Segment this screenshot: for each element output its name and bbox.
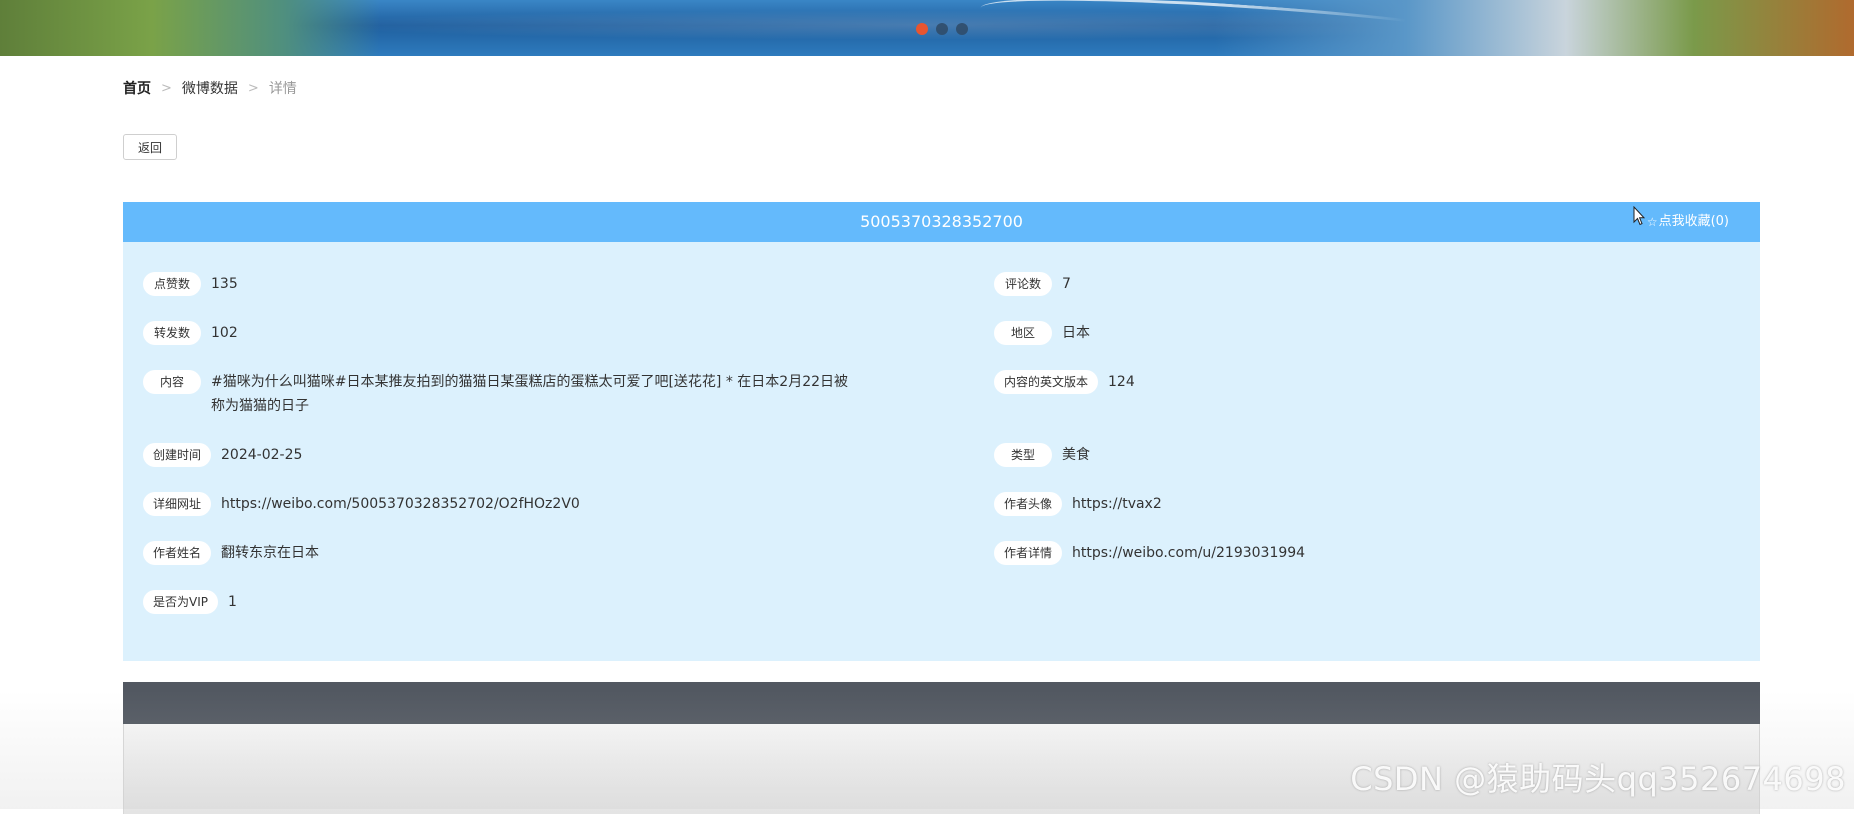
field-label: 转发数 (143, 321, 201, 345)
favorite-label: 点我收藏(0) (1658, 214, 1729, 229)
field-avatar: 作者头像 https://tvax2 (994, 492, 1162, 516)
breadcrumb-separator: > (161, 80, 172, 96)
field-value: 135 (211, 276, 238, 292)
watermark: CSDN @猿助码头qq352674698 (1350, 760, 1846, 798)
breadcrumb-current: 详情 (268, 81, 297, 97)
field-created: 创建时间 2024-02-25 (143, 443, 302, 467)
field-label: 创建时间 (143, 443, 212, 467)
field-label: 详细网址 (143, 492, 212, 516)
field-label: 评论数 (994, 272, 1052, 296)
carousel-dot-1[interactable] (916, 23, 928, 35)
field-value: 102 (211, 325, 238, 341)
comments-section-header (123, 682, 1760, 724)
detail-header: 5005370328352700 ☆ 点我收藏(0) (123, 202, 1760, 242)
field-value: 日本 (1062, 325, 1090, 341)
field-value: 美食 (1062, 447, 1090, 463)
field-likes: 点赞数 135 (143, 272, 238, 296)
field-url: 详细网址 https://weibo.com/5005370328352702/… (143, 492, 580, 516)
breadcrumb: 首页 > 微博数据 > 详情 (123, 78, 297, 98)
field-value: 2024-02-25 (221, 447, 303, 463)
star-icon: ☆ (1646, 215, 1658, 229)
detail-panel: 5005370328352700 ☆ 点我收藏(0) 点赞数 135 转发数 1… (123, 202, 1760, 661)
carousel-dot-2[interactable] (936, 23, 948, 35)
field-label: 地区 (994, 321, 1052, 345)
field-content-en: 内容的英文版本 124 (994, 370, 1135, 394)
field-author-name: 作者姓名 翻转东京在日本 (143, 541, 319, 565)
carousel-dot-3[interactable] (956, 23, 968, 35)
field-value[interactable]: https://weibo.com/u/2193031994 (1072, 541, 1305, 565)
detail-title: 5005370328352700 (860, 212, 1023, 231)
field-label: 类型 (994, 443, 1052, 467)
field-comments: 评论数 7 (994, 272, 1071, 296)
breadcrumb-separator: > (247, 80, 259, 96)
field-value: #猫咪为什么叫猫咪#日本某推友拍到的猫猫日某蛋糕店的蛋糕太可爱了吧[送花花] *… (211, 374, 849, 414)
field-value: 1 (228, 594, 237, 610)
field-label: 点赞数 (143, 272, 201, 296)
favorite-button[interactable]: ☆ 点我收藏(0) (1647, 202, 1729, 242)
breadcrumb-section[interactable]: 微博数据 (182, 78, 238, 98)
field-type: 类型 美食 (994, 443, 1090, 467)
field-label: 作者详情 (994, 541, 1063, 565)
field-label: 作者姓名 (143, 541, 212, 565)
field-label: 内容 (143, 370, 201, 394)
field-region: 地区 日本 (994, 321, 1090, 345)
banner-shore-right (1214, 0, 1854, 56)
field-value[interactable]: https://tvax2 (1072, 492, 1162, 516)
field-value: 124 (1108, 374, 1135, 390)
field-author-detail: 作者详情 https://weibo.com/u/2193031994 (994, 541, 1305, 565)
field-label: 作者头像 (994, 492, 1063, 516)
field-value: 7 (1062, 276, 1071, 292)
carousel-dots (916, 23, 968, 35)
back-button[interactable]: 返回 (123, 134, 177, 160)
field-value[interactable]: https://weibo.com/5005370328352702/O2fHO… (221, 492, 580, 516)
mouse-cursor-icon (1633, 206, 1645, 226)
top-banner (0, 0, 1854, 56)
breadcrumb-home[interactable]: 首页 (123, 78, 151, 98)
field-content: 内容 #猫咪为什么叫猫咪#日本某推友拍到的猫猫日某蛋糕店的蛋糕太可爱了吧[送花花… (143, 370, 851, 418)
field-value: 翻转东京在日本 (221, 545, 320, 561)
field-label: 是否为VIP (143, 590, 218, 614)
field-reposts: 转发数 102 (143, 321, 238, 345)
field-label: 内容的英文版本 (994, 370, 1099, 394)
field-vip: 是否为VIP 1 (143, 590, 237, 614)
